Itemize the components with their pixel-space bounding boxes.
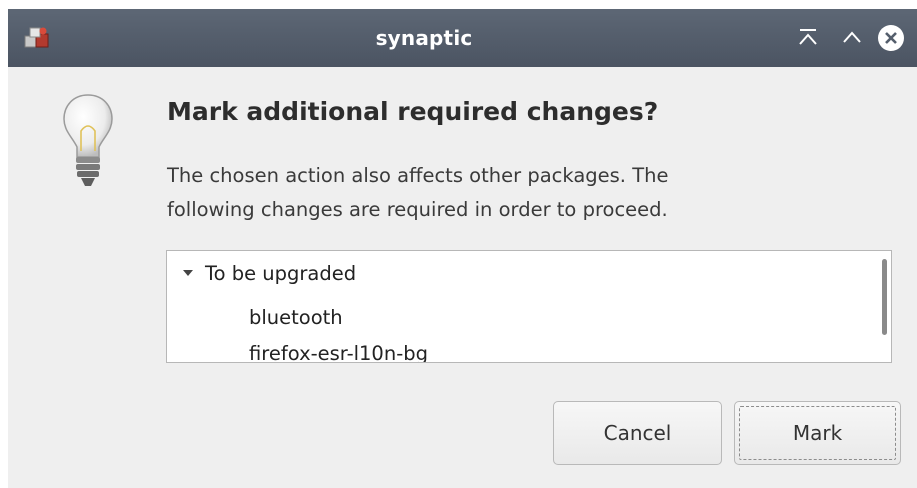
mark-button[interactable]: Mark	[734, 401, 901, 465]
dialog-message: The chosen action also affects other pac…	[167, 159, 887, 227]
scrollbar[interactable]	[882, 259, 887, 335]
lightbulb-icon	[63, 94, 113, 186]
dialog-window: synaptic Mark additional required change…	[8, 9, 917, 488]
dialog-heading: Mark additional required changes?	[167, 97, 659, 126]
close-icon[interactable]	[877, 24, 905, 52]
window-title: synaptic	[375, 26, 473, 50]
changes-tree[interactable]: To be upgraded bluetooth firefox-esr-l10…	[166, 250, 892, 363]
title-bar[interactable]: synaptic	[8, 9, 917, 67]
expander-down-icon[interactable]	[181, 266, 195, 280]
cancel-button-label: Cancel	[603, 421, 672, 445]
tree-group-to-be-upgraded[interactable]: To be upgraded	[181, 258, 356, 288]
tree-item[interactable]: firefox-esr-l10n-bg	[249, 342, 428, 362]
cancel-button[interactable]: Cancel	[553, 401, 722, 465]
tree-group-label: To be upgraded	[205, 261, 357, 285]
maximize-icon[interactable]	[838, 24, 866, 52]
tree-item[interactable]: bluetooth	[249, 306, 343, 329]
keep-above-icon[interactable]	[794, 24, 822, 52]
message-line-1: The chosen action also affects other pac…	[167, 164, 669, 187]
mark-button-label: Mark	[792, 421, 843, 445]
message-line-2: following changes are required in order …	[167, 198, 668, 221]
